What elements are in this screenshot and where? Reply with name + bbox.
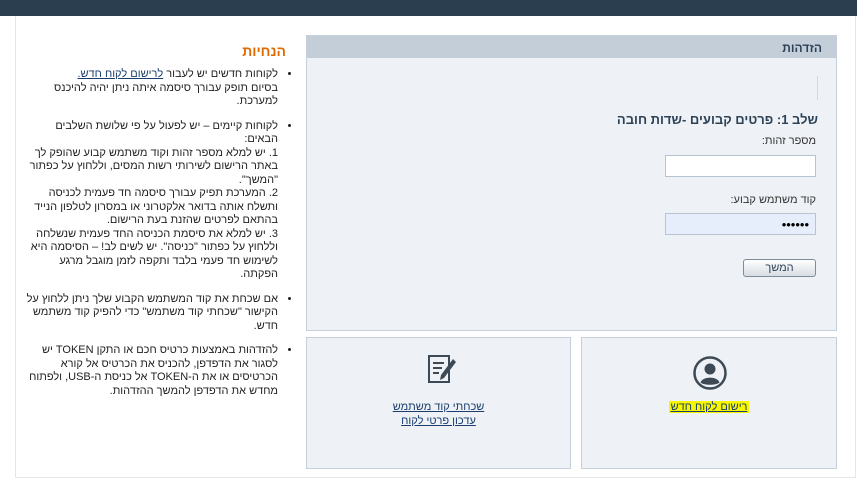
register-link-inline[interactable]: לרישום לקוח חדש. [77, 68, 163, 80]
register-card[interactable]: רישום לקוח חדש [581, 337, 837, 469]
instruction-item-existing-customers: לקוחות קיימים – יש לפעול על פי שלושת השל… [20, 120, 278, 282]
instruction-step-3: 3. יש למלא את סיסמת הכניסה החד פעמית שנש… [30, 227, 278, 281]
id-number-input[interactable] [665, 155, 816, 177]
user-circle-icon [693, 356, 727, 390]
instruction-item-forgot-code: אם שכחת את קוד המשתמש הקבוע שלך ניתן ללח… [20, 293, 278, 334]
forgot-user-code-link[interactable]: שכחתי קוד משתמש [393, 401, 485, 413]
register-new-customer-link[interactable]: רישום לקוח חדש [668, 401, 750, 413]
instruction-text: בסיום תופק עבורך סיסמה איתה ניתן יהיה לה… [54, 81, 278, 108]
instruction-text: לקוחות חדשים יש לעבור [163, 68, 278, 80]
instruction-item-new-customers: לקוחות חדשים יש לעבור לרישום לקוח חדש. ב… [20, 68, 278, 109]
id-number-label: מספר זהות: [761, 135, 816, 147]
divider [817, 76, 818, 100]
instruction-step-1: 1. יש למלא מספר זהות וקוד משתמש קבוע שהו… [29, 146, 278, 186]
instructions-title: הנחיות [242, 43, 286, 59]
identification-panel: הזדהות שלב 1: פרטים קבועים -שדות חובה מס… [306, 35, 837, 331]
instruction-text: לקוחות קיימים – יש לפעול על פי שלושת השל… [55, 119, 278, 146]
panel-header: הזדהות [307, 36, 836, 58]
instructions-list: לקוחות חדשים יש לעבור לרישום לקוח חדש. ב… [20, 68, 290, 409]
top-bar [0, 0, 857, 16]
user-code-input[interactable] [665, 213, 816, 235]
forgot-code-card[interactable]: שכחתי קוד משתמש עדכון פרטי לקוח [306, 337, 571, 469]
update-customer-details-link[interactable]: עדכון פרטי לקוח [401, 415, 476, 427]
continue-button[interactable]: המשך [743, 259, 816, 277]
user-code-label: קוד משתמש קבוע: [730, 194, 817, 206]
step-title: שלב 1: פרטים קבועים -שדות חובה [616, 112, 818, 127]
edit-document-icon [428, 355, 456, 383]
instruction-item-smart-card: להזדהות באמצעות כרטיס חכם או התקן TOKEN … [20, 344, 278, 398]
instruction-step-2: 2. המערכת תפיק עבורך סיסמה חד פעמית לכני… [34, 187, 278, 226]
panel-title: הזדהות [782, 41, 822, 55]
